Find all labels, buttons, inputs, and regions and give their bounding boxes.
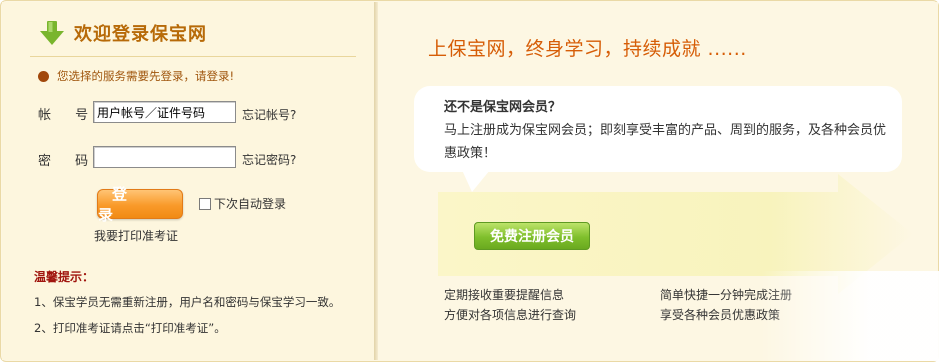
auto-login-option[interactable]: 下次自动登录 [199,195,286,212]
login-header: 欢迎登录保宝网 [38,18,207,48]
benefit-item: 方便对各项信息进行查询 [444,308,577,322]
auto-login-checkbox[interactable] [199,197,211,210]
register-button[interactable]: 免费注册会员 [474,222,590,250]
green-down-arrow-icon [40,21,64,45]
login-button[interactable]: 登 录 [97,185,183,224]
auto-login-label[interactable]: 下次自动登录 [214,195,286,212]
forgot-password-link[interactable]: 忘记密码? [242,151,296,168]
account-input[interactable] [93,101,236,123]
tip-item: 2、打印准考证请点击“打印准考证”。 [34,321,226,335]
bubble-title: 还不是保宝网会员？ [444,100,562,115]
login-page-frame: 欢迎登录保宝网 您选择的服务需要先登录，请登录! 帐 号: 忘记帐号? 密 码:… [0,0,939,362]
login-title: 欢迎登录保宝网 [74,24,207,45]
password-input[interactable] [93,146,236,168]
login-panel: 欢迎登录保宝网 您选择的服务需要先登录，请登录! 帐 号: 忘记帐号? 密 码:… [2,2,374,360]
bubble-tail [462,170,490,192]
bubble-text: 马上注册成为保宝网会员；即刻享受丰富的产品、周到的服务，及各种会员优惠政策！ [444,123,887,161]
benefit-item: 定期接收重要提醒信息 [444,288,565,302]
notice-text: 您选择的服务需要先登录，请登录! [57,69,235,83]
title-divider [30,56,356,57]
tip-item: 1、保宝学员无需重新注册，用户名和密码与保宝学习一致。 [34,295,341,309]
login-notice: 您选择的服务需要先登录，请登录! [38,68,234,84]
print-admission-ticket-link[interactable]: 我要打印准考证 [94,227,178,244]
tips-title: 温馨提示： [34,270,95,284]
right-edge-fade [761,271,939,361]
bullet-dot-icon [38,70,49,82]
forgot-account-link[interactable]: 忘记帐号? [242,106,296,123]
